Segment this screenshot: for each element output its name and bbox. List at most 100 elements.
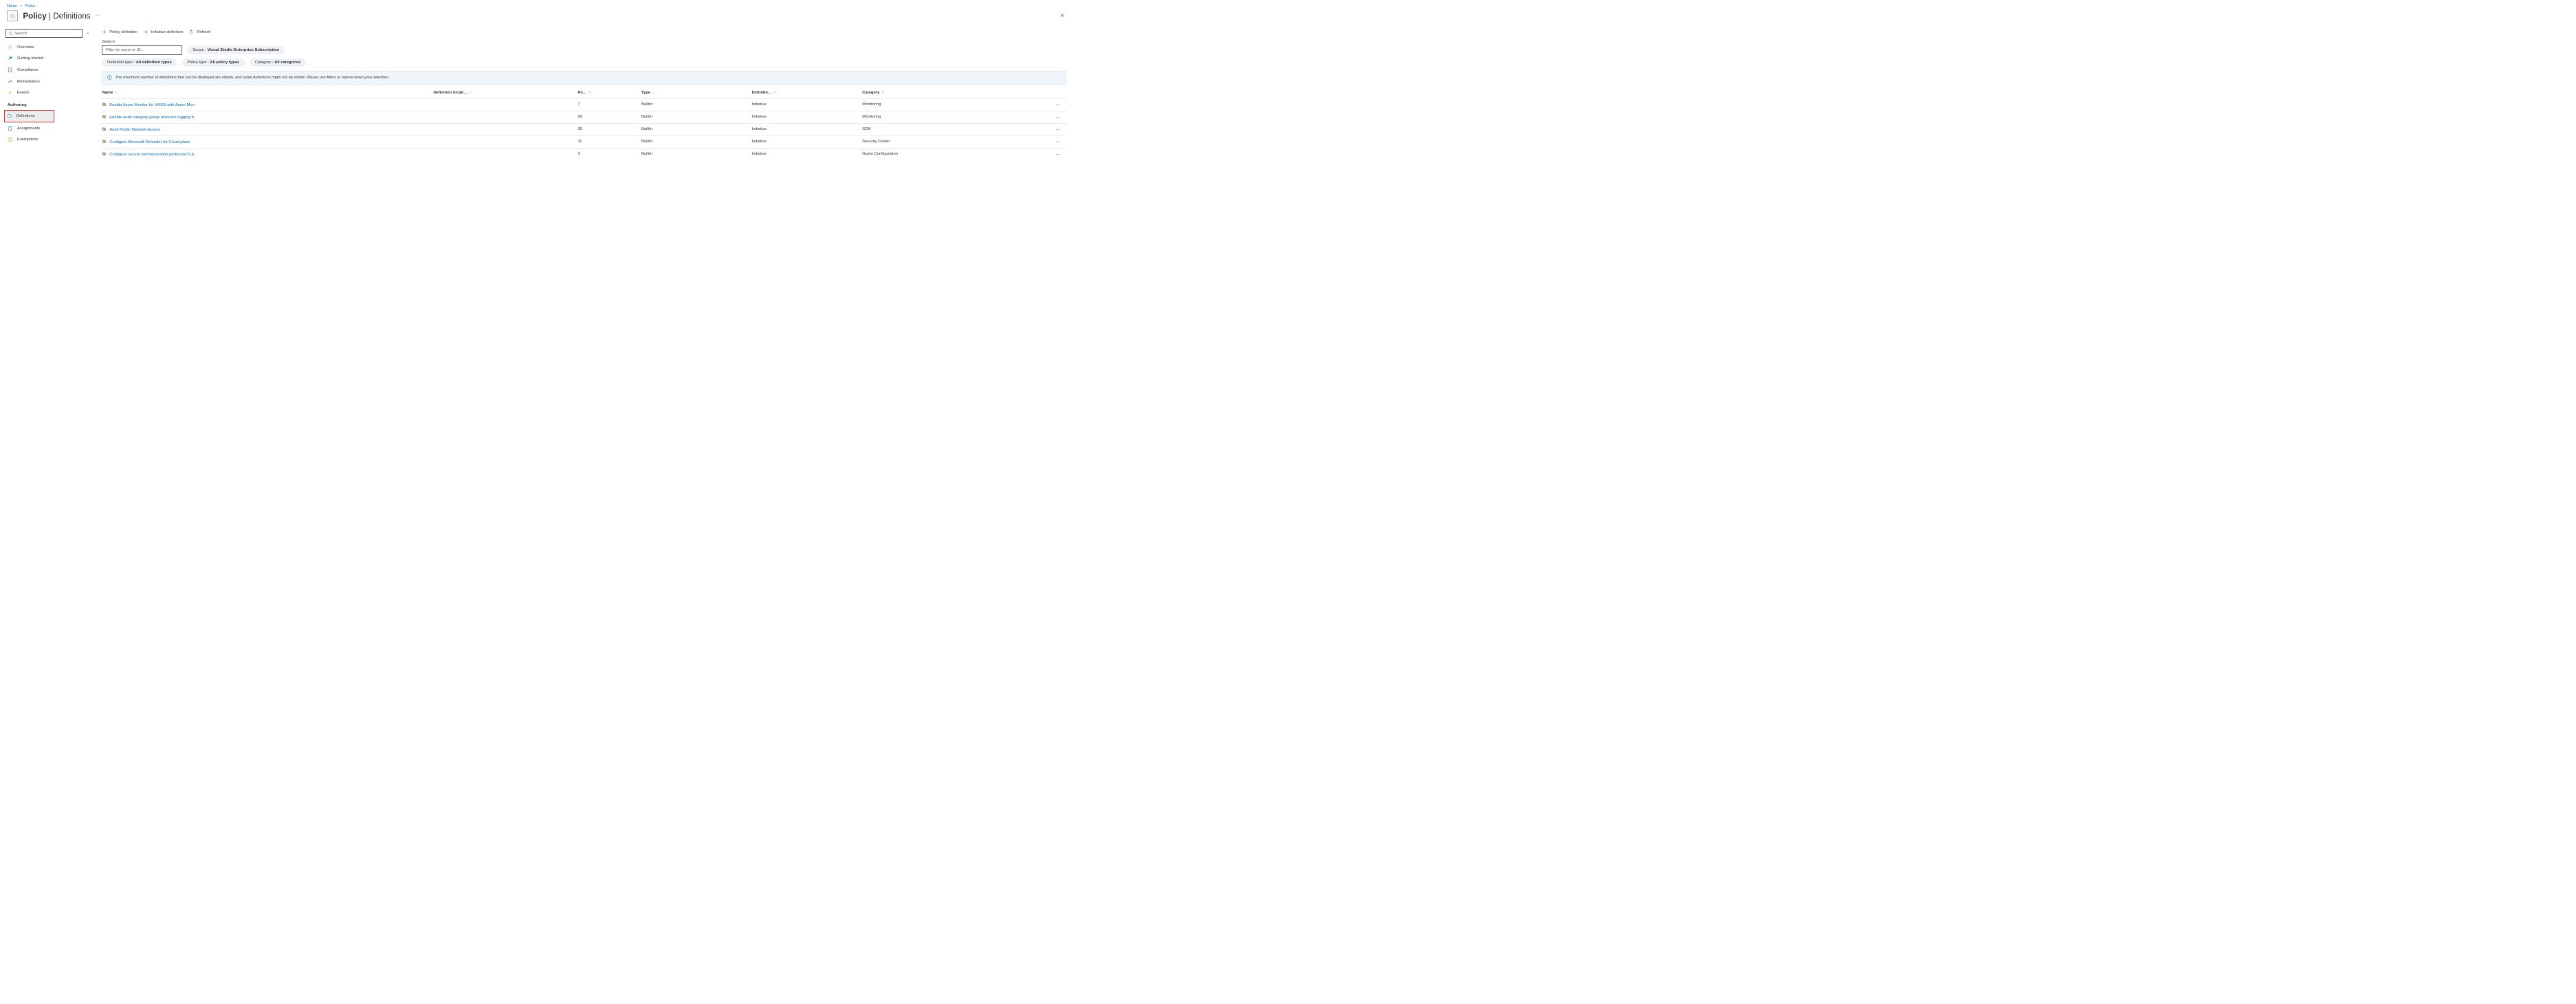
cell-location	[433, 111, 577, 123]
sidebar: « Overview Getting started Compliance Re…	[0, 27, 95, 160]
sort-icon: ↑↓	[652, 91, 656, 95]
row-actions[interactable]: …	[1024, 98, 1066, 111]
row-actions[interactable]: …	[1024, 135, 1066, 148]
initiative-definition-button[interactable]: Initiative definition	[144, 30, 183, 34]
cell-def: Initiative	[752, 148, 863, 160]
sidebar-item-label: Overview	[17, 45, 34, 50]
filter-policy-type[interactable]: Policy type : All policy types	[182, 58, 245, 67]
definition-link[interactable]: Enable audit category group resource log…	[109, 116, 195, 120]
cell-category: Guest Configuration	[862, 148, 1024, 160]
sidebar-section-authoring: Authoring	[5, 100, 89, 109]
sidebar-item-definitions[interactable]: Definitions	[5, 111, 54, 122]
cell-po: 7	[577, 98, 641, 111]
sort-icon: ↑↓	[588, 91, 592, 95]
policy-icon	[7, 10, 18, 21]
table-row: Enable audit category group resource log…	[102, 111, 1066, 123]
sidebar-search[interactable]	[5, 29, 82, 38]
cell-po: 3	[577, 148, 641, 160]
search-label: Search	[102, 40, 1066, 44]
cell-location	[433, 98, 577, 111]
cell-type: BuiltIn	[641, 135, 752, 148]
sidebar-item-label: Assignments	[17, 127, 40, 131]
initiative-icon	[102, 114, 107, 120]
definition-link[interactable]: Enable Azure Monitor for VMSS with Azure…	[109, 103, 195, 107]
cell-def: Initiative	[752, 135, 863, 148]
cell-category: Monitoring	[862, 98, 1024, 111]
cell-type: BuiltIn	[641, 98, 752, 111]
search-icon	[9, 32, 13, 36]
cell-type: BuiltIn	[641, 148, 752, 160]
remediation-icon	[8, 78, 13, 84]
cell-po: 11	[577, 135, 641, 148]
sidebar-item-label: Definitions	[16, 114, 34, 118]
definition-link[interactable]: Configure Microsoft Defender for Cloud p…	[109, 140, 190, 144]
th-location[interactable]: Definition locati…↑↓	[433, 87, 577, 99]
filter-scope[interactable]: Scope : Visual Studio Enterprise Subscri…	[188, 46, 285, 55]
toolbar: Policy definition Initiative definition …	[102, 29, 1066, 40]
more-icon[interactable]: ⋯	[96, 14, 100, 18]
th-definition[interactable]: Definitio…↑↓	[752, 87, 863, 99]
content-area: Policy definition Initiative definition …	[95, 27, 1075, 160]
sidebar-item-getting-started[interactable]: Getting started	[5, 53, 89, 65]
initiative-icon	[102, 139, 107, 145]
sidebar-item-label: Getting started	[17, 56, 43, 61]
policy-definition-button[interactable]: Policy definition	[102, 30, 137, 34]
table-row: Audit Public Network Access 35BuiltInInit…	[102, 123, 1066, 135]
sidebar-item-label: Remediation	[17, 80, 40, 84]
rocket-icon	[8, 56, 13, 61]
cell-type: BuiltIn	[641, 123, 752, 135]
assignments-icon	[8, 125, 13, 131]
filter-definition-type[interactable]: Definition type : All definition types	[102, 58, 177, 67]
page-header: Policy | Definitions ⋯	[0, 10, 1074, 26]
sidebar-search-input[interactable]	[14, 32, 80, 36]
lightning-icon	[8, 90, 13, 96]
breadcrumb-policy[interactable]: Policy	[25, 4, 35, 8]
plus-icon	[144, 30, 148, 34]
cell-location	[433, 148, 577, 160]
close-icon[interactable]	[1058, 10, 1067, 21]
breadcrumb-home[interactable]: Home	[7, 4, 17, 8]
table-row: Configure secure communication protocols…	[102, 148, 1066, 160]
sidebar-item-overview[interactable]: Overview	[5, 41, 89, 53]
sidebar-item-remediation[interactable]: Remediation	[5, 76, 89, 87]
definition-link[interactable]: Configure secure communication protocols…	[109, 153, 194, 157]
chevron-right-icon: >	[20, 4, 22, 8]
row-actions[interactable]: …	[1024, 111, 1066, 123]
exemptions-icon	[8, 137, 13, 142]
sidebar-item-events[interactable]: Events	[5, 87, 89, 99]
collapse-sidebar-icon[interactable]: «	[87, 32, 89, 36]
cell-po: 35	[577, 123, 641, 135]
page-title: Policy | Definitions	[23, 12, 90, 21]
cell-category: SDN	[862, 123, 1024, 135]
sidebar-item-label: Exemptions	[17, 138, 38, 142]
cell-category: Security Center	[862, 135, 1024, 148]
th-type[interactable]: Type↑↓	[641, 87, 752, 99]
sidebar-item-assignments[interactable]: Assignments	[5, 122, 89, 134]
cell-category: Monitoring	[862, 111, 1024, 123]
refresh-button[interactable]: Refresh	[189, 30, 210, 34]
row-actions[interactable]: …	[1024, 148, 1066, 160]
filter-category[interactable]: Category : All categories	[250, 58, 306, 67]
cell-def: Initiative	[752, 98, 863, 111]
sidebar-item-exemptions[interactable]: Exemptions	[5, 134, 89, 146]
sidebar-item-compliance[interactable]: Compliance	[5, 65, 89, 76]
definitions-icon	[6, 113, 12, 119]
filter-search-input[interactable]	[102, 45, 182, 54]
row-actions[interactable]: …	[1024, 123, 1066, 135]
sidebar-item-label: Compliance	[17, 68, 38, 72]
cell-location	[433, 135, 577, 148]
th-name[interactable]: Name↑↓	[102, 87, 433, 99]
cell-def: Initiative	[752, 123, 863, 135]
breadcrumb: Home > Policy	[0, 0, 1074, 10]
sort-icon: ↑↓	[115, 91, 118, 95]
info-banner: The maximum number of definitions that c…	[102, 71, 1066, 85]
initiative-icon	[102, 127, 107, 133]
initiative-icon	[102, 102, 107, 108]
th-po[interactable]: Po…↑↓	[577, 87, 641, 99]
definitions-table: Name↑↓ Definition locati…↑↓ Po…↑↓ Type↑↓…	[102, 87, 1066, 160]
sort-icon: ↑↓	[881, 91, 885, 95]
th-category[interactable]: Category↑↓	[862, 87, 1024, 99]
definition-link[interactable]: Audit Public Network Access	[109, 128, 160, 132]
sort-icon: ↑↓	[773, 91, 777, 95]
cell-po: 69	[577, 111, 641, 123]
